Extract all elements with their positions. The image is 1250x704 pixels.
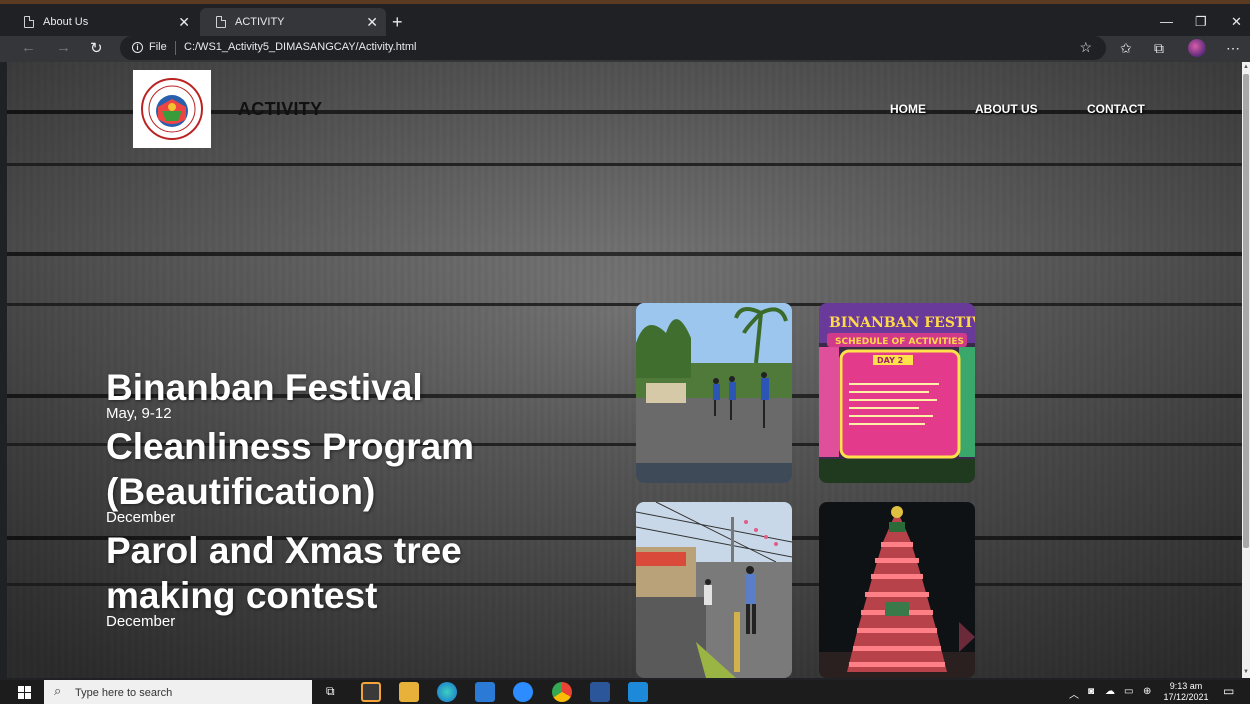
tab-activity[interactable]: ACTIVITY ✕ [200, 8, 386, 36]
taskbar-search-input[interactable]: ⌕ Type here to search [44, 680, 312, 704]
seal-icon [141, 78, 203, 140]
wood-plank-edge [7, 303, 1242, 306]
word-icon[interactable] [590, 682, 610, 702]
file-explorer-icon[interactable] [399, 682, 419, 702]
system-clock[interactable]: 9:13 am 17/12/2021 [1162, 681, 1210, 703]
refresh-icon[interactable]: ↻ [90, 39, 103, 57]
vscode-icon[interactable] [628, 682, 648, 702]
poster-subheading: SCHEDULE OF ACTIVITIES [835, 337, 964, 347]
tab-title: ACTIVITY [235, 16, 285, 28]
event-title: Binanban Festival [106, 367, 423, 408]
poster-heading: BINANBAN FESTIVAL [829, 315, 975, 331]
search-placeholder: Type here to search [75, 687, 173, 699]
divider [175, 41, 176, 55]
page-icon [24, 16, 34, 28]
close-tab-icon[interactable]: ✕ [366, 14, 378, 31]
nav-about-us[interactable]: ABOUT US [975, 102, 1038, 116]
poster-day: DAY 2 [877, 356, 903, 365]
back-icon[interactable]: ← [21, 39, 36, 56]
scroll-thumb[interactable] [1243, 74, 1249, 548]
tab-about-us[interactable]: About Us ✕ [8, 8, 198, 36]
wood-plank-edge [7, 163, 1242, 166]
favorites-icon[interactable]: ✩ [1120, 40, 1132, 57]
events-list: Binanban Festival May, 9-12 Cleanliness … [106, 365, 526, 632]
restore-icon[interactable]: ❐ [1195, 14, 1207, 30]
event-title: Parol and Xmas tree making contest [106, 530, 462, 616]
close-window-icon[interactable]: ✕ [1231, 14, 1242, 30]
photo-street-parade [636, 303, 792, 483]
event-title: Cleanliness Program (Beautification) [106, 426, 475, 512]
taskbar: ⌕ Type here to search ⧉ ︿ ◙ ☁ ▭ ⊕ 9:13 a… [0, 680, 1250, 704]
meet-now-icon[interactable]: ◙ [1088, 686, 1094, 697]
onedrive-icon[interactable]: ☁ [1105, 686, 1115, 697]
site-logo [133, 70, 211, 148]
clock-time: 9:13 am [1169, 681, 1203, 691]
photo-cleanliness-street [636, 502, 792, 678]
chevron-up-icon[interactable]: ︿ [1069, 686, 1079, 701]
close-tab-icon[interactable]: ✕ [178, 14, 190, 31]
scroll-up-icon[interactable]: ▲ [1242, 64, 1250, 70]
scroll-down-icon[interactable]: ▼ [1242, 669, 1250, 675]
chrome-icon[interactable] [552, 682, 572, 702]
search-icon: ⌕ [54, 683, 62, 698]
nav-home[interactable]: HOME [890, 102, 926, 116]
more-icon[interactable]: ⋯ [1226, 40, 1240, 57]
photo-xmas-tree [819, 502, 975, 678]
network-icon[interactable]: ⊕ [1143, 686, 1151, 697]
page-viewport: ACTIVITY HOME ABOUT US CONTACT Binanban … [7, 62, 1242, 678]
info-icon[interactable]: i [132, 42, 143, 53]
url-text[interactable]: C:/WS1_Activity5_DIMASANGCAY/Activity.ht… [184, 41, 416, 53]
mail-icon[interactable] [475, 682, 495, 702]
store-icon[interactable] [361, 682, 381, 702]
zoom-icon[interactable] [513, 682, 533, 702]
scheme-label: File [149, 41, 167, 53]
minimize-icon[interactable]: — [1160, 14, 1173, 29]
battery-icon[interactable]: ▭ [1124, 686, 1133, 697]
new-tab-icon[interactable]: + [392, 12, 403, 33]
profile-avatar[interactable] [1188, 39, 1206, 57]
browser-toolbar: ← → ↻ i File C:/WS1_Activity5_DIMASANGCA… [0, 36, 1250, 62]
address-bar[interactable]: i File C:/WS1_Activity5_DIMASANGCAY/Acti… [120, 36, 1106, 60]
edge-icon[interactable] [437, 682, 457, 702]
page-icon [216, 16, 226, 28]
site-title: ACTIVITY [238, 99, 323, 119]
task-view-icon[interactable]: ⧉ [326, 684, 335, 699]
browser-window: About Us ✕ ACTIVITY ✕ + — ❐ ✕ ← → ↻ i Fi… [0, 0, 1250, 704]
notifications-icon[interactable]: ▭ [1223, 684, 1234, 698]
tab-title: About Us [43, 16, 89, 28]
photo-festival-poster: BINANBAN FESTIVAL SCHEDULE OF ACTIVITIES… [819, 303, 975, 483]
collections-icon[interactable]: ⧉ [1154, 40, 1164, 57]
nav-contact[interactable]: CONTACT [1087, 102, 1145, 116]
forward-icon[interactable]: → [56, 39, 71, 56]
clock-date: 17/12/2021 [1163, 692, 1209, 702]
add-favorite-icon[interactable]: ☆ [1079, 39, 1092, 56]
tab-strip: About Us ✕ ACTIVITY ✕ + — ❐ ✕ [0, 0, 1250, 36]
windows-start-icon[interactable] [18, 686, 31, 699]
